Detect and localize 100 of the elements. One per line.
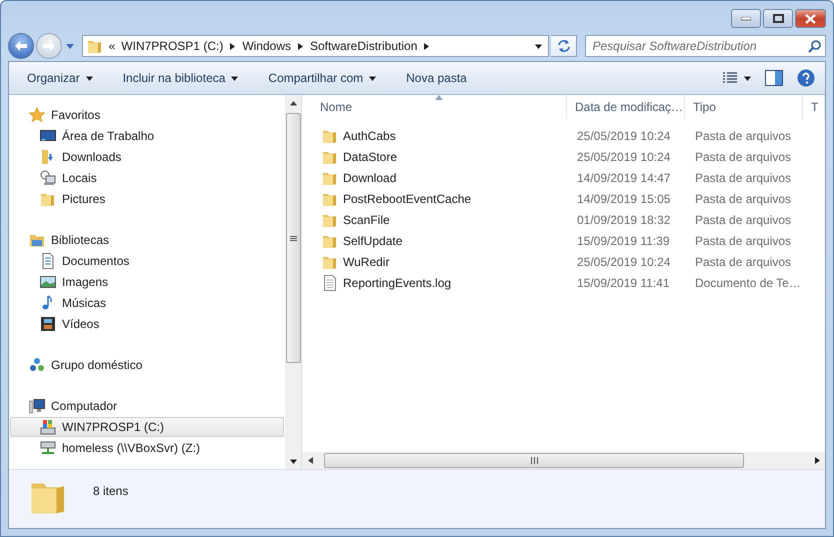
nav-item[interactable]: Músicas [10,293,284,313]
nav-group[interactable]: Computador [10,396,284,416]
type-cell-text: Pasta de arquivos [695,150,792,164]
caret-icon [229,42,236,50]
caret-icon [744,74,751,82]
file-name[interactable]: Download [322,170,577,186]
caret-icon [423,42,430,50]
maximize-icon [772,14,784,23]
vertical-scrollbar[interactable] [285,95,301,469]
column-header[interactable]: Nome [312,95,567,119]
caret-icon [535,42,542,50]
type-cell-text: Pasta de arquivos [695,234,792,248]
grip-icon [290,236,296,240]
minimize-icon [741,16,751,20]
nav-item[interactable]: Pictures [10,189,284,209]
file-name[interactable]: WuRedir [322,254,577,270]
horizontal-scrollbar[interactable] [302,452,825,469]
nav-item[interactable]: Imagens [10,272,284,292]
network-drive-icon [40,440,56,456]
search-field[interactable]: Pesquisar SoftwareDistribution [585,35,826,57]
nav-label: homeless (\\VBoxSvr) (Z:) [62,441,200,455]
list-view-icon [722,72,738,84]
breadcrumb[interactable]: Windows [242,39,291,53]
file-name[interactable]: AuthCabs [322,128,577,144]
computer-icon [29,398,45,414]
column-header[interactable]: T [803,95,825,119]
nav-label: Computador [51,399,118,413]
library-folder-icon [29,232,45,248]
type-cell-text: Pasta de arquivos [695,212,792,226]
file-name[interactable]: PostRebootEventCache [322,190,577,206]
star-icon [29,107,45,123]
type-cell-text: Pasta de arquivos [695,254,792,268]
folder-icon [86,38,103,54]
close-button[interactable] [795,9,826,28]
image-icon [40,274,56,290]
scroll-down-icon [290,458,296,464]
homegroup-icon [29,357,45,373]
nav-group[interactable]: Bibliotecas [10,230,284,250]
back-button[interactable] [8,33,34,59]
forward-button[interactable] [36,33,62,59]
nav-label: Músicas [62,296,106,310]
scroll-thumb[interactable] [286,113,300,363]
film-icon [40,316,56,332]
nav-item[interactable]: Downloads [10,147,284,167]
back-arrow-icon [14,40,28,52]
nav-label: Imagens [62,275,108,289]
nav-group[interactable]: Favoritos [10,105,284,125]
help-button[interactable] [795,67,817,89]
caret-icon [86,74,93,82]
nav-label: Vídeos [62,317,100,331]
type-cell-text: Documento de Te… [695,276,802,290]
type-cell-text: Pasta de arquivos [695,128,792,142]
address-bar[interactable]: « WIN7PROSP1 (C:) Windows SoftwareDistribution [82,35,549,57]
scroll-up-icon [290,100,296,106]
scroll-left-icon [306,457,314,464]
grip-icon [530,457,538,464]
nav-item[interactable]: Documentos [10,251,284,271]
date-cell-text: 25/05/2019 10:24 [577,150,672,164]
preview-pane-button[interactable] [763,68,785,88]
file-name[interactable]: DataStore [322,148,577,164]
toolbar-button[interactable]: Organizar [19,66,101,90]
file-name[interactable]: ReportingEvents.log [322,274,577,290]
nav-item[interactable]: Vídeos [10,314,284,334]
toolbar-button[interactable]: Compartilhar com [260,66,384,90]
maximize-button[interactable] [763,9,793,28]
date-cell-text: 15/09/2019 11:39 [577,234,671,248]
scroll-right-icon [814,457,820,464]
nav-group[interactable]: Grupo doméstico [10,355,284,375]
help-icon [797,69,815,87]
desktop-icon [40,128,56,144]
column-header[interactable]: Data de modificaç… [567,95,685,119]
date-cell-text: 14/09/2019 14:47 [577,170,672,184]
nav-label: WIN7PROSP1 (C:) [62,420,164,434]
toolbar-button[interactable]: Nova pasta [398,66,475,90]
file-name[interactable]: SelfUpdate [322,232,577,248]
nav-item[interactable]: WIN7PROSP1 (C:) [10,417,284,437]
view-options-button[interactable] [720,70,753,86]
minimize-button[interactable] [731,9,761,28]
column-header[interactable]: Tipo [685,95,803,119]
nav-label: Documentos [62,254,130,268]
type-cell-text: Pasta de arquivos [695,170,792,184]
nav-label: Bibliotecas [51,233,110,247]
downloads-folder-icon [40,149,56,165]
breadcrumb[interactable]: WIN7PROSP1 (C:) [121,39,224,53]
date-cell-text: 25/05/2019 10:24 [577,128,672,142]
folder-icon [40,191,56,207]
nav-item[interactable]: homeless (\\VBoxSvr) (Z:) [10,438,284,458]
nav-item[interactable]: Área de Trabalho [10,126,284,146]
date-cell-text: 25/05/2019 10:24 [577,254,672,268]
breadcrumb[interactable]: SoftwareDistribution [310,39,418,53]
item-count: 8 itens [93,484,128,498]
overflow-chevron[interactable]: « [108,39,116,53]
scroll-thumb[interactable] [324,453,744,468]
file-name[interactable]: ScanFile [322,212,577,228]
toolbar-button[interactable]: Incluir na biblioteca [114,66,246,90]
caret-icon [369,74,376,82]
nav-item[interactable]: Locais [10,168,284,188]
search-icon [808,40,821,52]
computer-clock-icon [40,170,56,186]
refresh-button[interactable] [550,35,578,57]
